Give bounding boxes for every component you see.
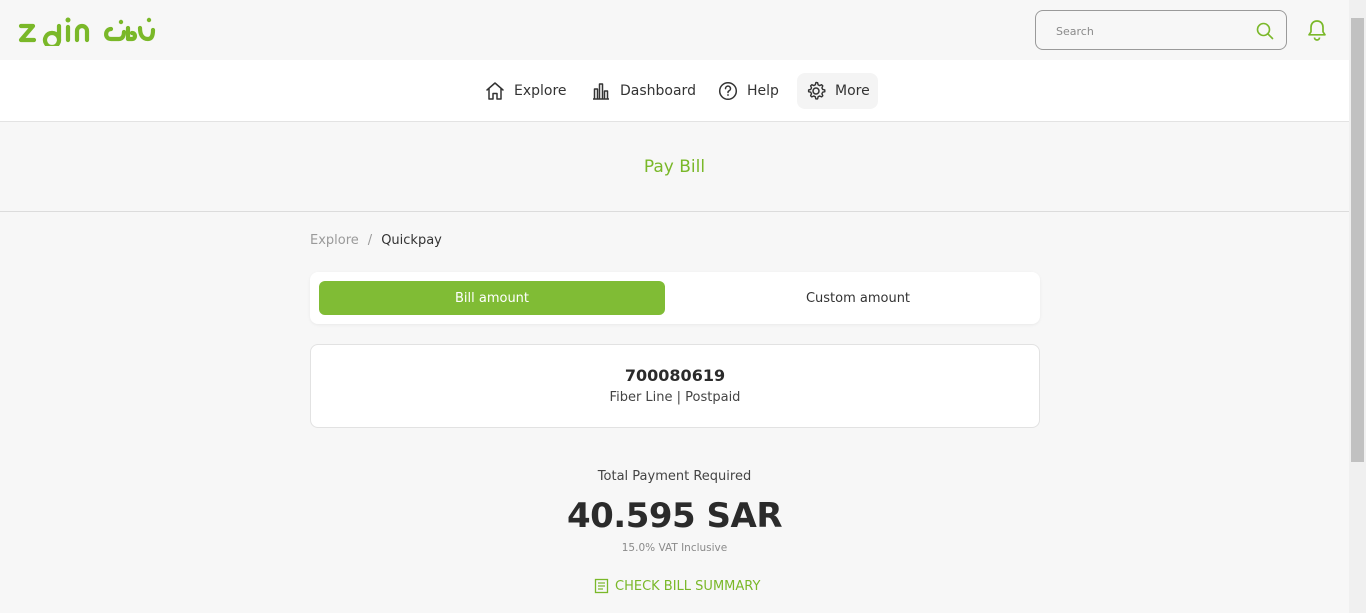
zain-logo[interactable] <box>18 14 156 46</box>
search-box[interactable] <box>1035 10 1287 50</box>
gear-icon <box>807 81 826 100</box>
breadcrumb-explore-link[interactable]: Explore <box>310 233 359 248</box>
search-input[interactable] <box>1056 21 1246 41</box>
account-number: 700080619 <box>624 366 726 385</box>
nav-item-explore[interactable]: Explore <box>476 73 575 109</box>
bar-chart-icon <box>593 83 609 100</box>
question-circle-icon <box>718 81 738 101</box>
account-type: Fiber Line | Postpaid <box>609 390 741 405</box>
account-card: 700080619 Fiber Line | Postpaid <box>310 344 1040 428</box>
breadcrumb-current: Quickpay <box>381 233 442 248</box>
total-payment-label: Total Payment Required <box>597 469 752 484</box>
nav-item-dashboard[interactable]: Dashboard <box>582 73 704 109</box>
nav-item-more[interactable]: More <box>797 73 878 109</box>
nav-item-label: Help <box>747 83 779 99</box>
vat-note: 15.0% VAT Inclusive <box>621 542 728 554</box>
breadcrumb-separator: / <box>367 233 373 248</box>
scrollbar-thumb[interactable] <box>1351 18 1364 462</box>
nav-item-label: More <box>835 83 870 99</box>
top-bar <box>0 0 1349 60</box>
check-bill-summary-link[interactable]: CHECK BILL SUMMARY <box>594 578 760 594</box>
zain-logo-mark <box>18 17 156 46</box>
payment-amount: 40.595 SAR <box>566 496 783 536</box>
nav-item-help[interactable]: Help <box>709 73 787 109</box>
page-title-bar: Pay Bill <box>0 122 1349 212</box>
search-icon[interactable] <box>1255 21 1275 41</box>
bill-amount-tab[interactable]: Bill amount <box>319 281 665 315</box>
document-icon <box>594 578 609 594</box>
page-scrollbar[interactable] <box>1349 0 1366 613</box>
home-icon <box>486 82 504 100</box>
nav-item-label: Explore <box>514 83 567 99</box>
main-nav: Explore Dashboard Help More <box>0 60 1349 122</box>
bell-icon[interactable] <box>1305 18 1329 42</box>
page-title: Pay Bill <box>643 157 706 177</box>
amount-type-toggle: Bill amount Custom amount <box>310 272 1040 324</box>
breadcrumb: Explore / Quickpay <box>310 233 442 248</box>
custom-amount-tab[interactable]: Custom amount <box>685 281 1031 315</box>
check-bill-summary-label: CHECK BILL SUMMARY <box>615 578 761 594</box>
nav-item-label: Dashboard <box>620 83 696 99</box>
